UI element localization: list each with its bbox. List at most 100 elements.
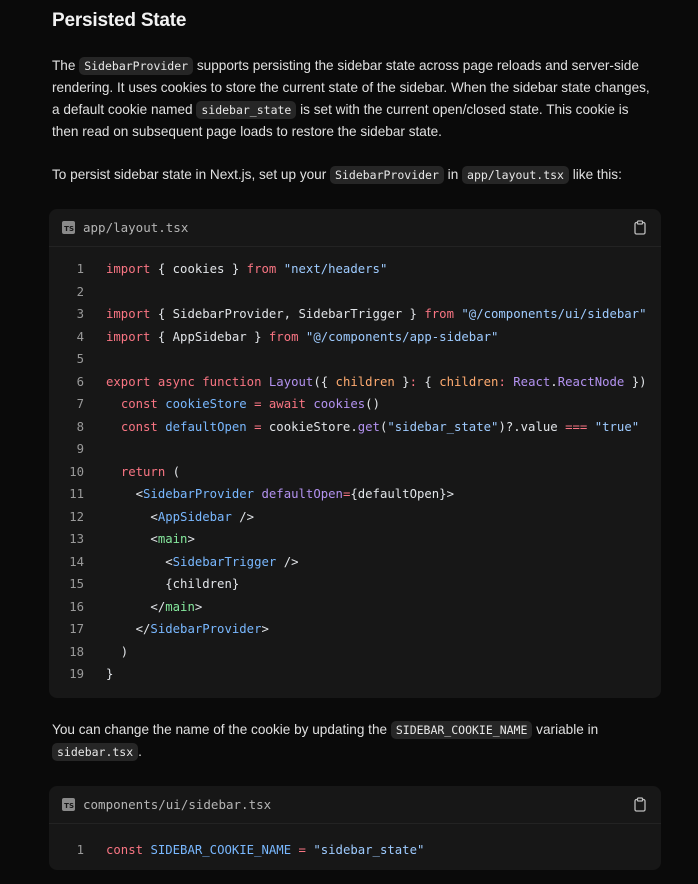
- clipboard-copy-icon[interactable]: [633, 797, 647, 812]
- code-line: 3 import { SidebarProvider, SidebarTrigge…: [49, 303, 661, 326]
- code-token: </: [106, 599, 166, 614]
- line-number: 8: [76, 419, 84, 434]
- text: The: [52, 58, 80, 73]
- paragraph-nextjs-setup: To persist sidebar state in Next.js, set…: [52, 164, 652, 186]
- line-number: 9: [76, 442, 84, 456]
- line-number: 12: [69, 509, 84, 524]
- code-token: <: [106, 532, 158, 546]
- code-token: .: [550, 374, 558, 389]
- text: like this:: [568, 167, 622, 182]
- line-number: 14: [69, 554, 84, 569]
- line-number: 6: [76, 374, 84, 389]
- code-token: import: [106, 262, 151, 276]
- code-token: main: [157, 532, 188, 546]
- code-token: >: [261, 622, 269, 636]
- line-number: 13: [69, 532, 84, 546]
- code-line: 1 const SIDEBAR_COOKIE_NAME = "sidebar_st…: [49, 839, 661, 862]
- clipboard-copy-icon[interactable]: [633, 220, 647, 235]
- code-token: ): [106, 644, 129, 659]
- code-token: )?.value: [498, 419, 566, 434]
- code-line: 9: [49, 438, 661, 461]
- line-number: 2: [76, 284, 84, 299]
- line-number: 4: [76, 329, 84, 344]
- line-number: 1: [76, 843, 84, 857]
- code-token: }: [394, 374, 410, 389]
- code-token: from: [246, 262, 277, 276]
- inline-code: app/layout.tsx: [462, 166, 569, 184]
- code-token: SIDEBAR_COOKIE_NAME: [150, 843, 292, 857]
- code-line: 6 export async function Layout({ children…: [49, 371, 661, 394]
- code-token: const: [120, 397, 158, 411]
- code-token: :: [409, 374, 417, 389]
- line-number: 16: [69, 599, 84, 614]
- text: You can change the name of the cookie by…: [52, 722, 391, 737]
- line-number: 7: [76, 397, 84, 411]
- typescript-file-icon: TS: [62, 798, 75, 811]
- code-token: defaultOpen: [261, 487, 343, 501]
- line-number: 1: [76, 262, 84, 276]
- code-token: }: [106, 667, 114, 681]
- line-number: 15: [69, 577, 84, 591]
- code-token: Layout: [268, 374, 314, 389]
- code-token: await: [268, 397, 306, 411]
- text: variable in: [532, 722, 599, 737]
- code-token: =: [298, 843, 306, 857]
- code-line: 1 import { cookies } from "next/headers": [49, 258, 661, 281]
- code-line: 5: [49, 348, 661, 371]
- code-token: <: [106, 487, 144, 501]
- code-block-header: TS components/ui/sidebar.tsx: [49, 786, 661, 824]
- code-line: 4 import { AppSidebar } from "@/component…: [49, 326, 661, 349]
- code-token: "@/components/app-sidebar": [305, 329, 499, 344]
- code-token: React: [513, 374, 551, 389]
- code-token: SidebarTrigger: [172, 554, 277, 569]
- code-token: ReactNode: [557, 374, 625, 389]
- code-token: const: [120, 419, 158, 434]
- paragraph-cookie-name: You can change the name of the cookie by…: [52, 719, 652, 763]
- text: in: [443, 167, 463, 182]
- code-token: {: [417, 374, 440, 389]
- inline-code: SIDEBAR_COOKIE_NAME: [390, 721, 533, 739]
- code-token: <: [106, 554, 173, 569]
- code-block-header: TS app/layout.tsx: [49, 209, 661, 247]
- code-token: import: [106, 329, 151, 344]
- code-token: AppSidebar: [157, 509, 232, 524]
- code-token: >: [194, 599, 203, 614]
- section-heading: Persisted State: [52, 10, 187, 31]
- line-number: 19: [69, 667, 84, 681]
- code-token: />: [231, 509, 255, 524]
- code-token: {defaultOpen}>: [350, 487, 454, 501]
- code-line: 10 return (: [49, 461, 661, 484]
- text: .: [138, 744, 142, 759]
- code-token: "next/headers": [283, 262, 388, 276]
- code-token: "sidebar_state": [313, 843, 425, 857]
- inline-code: SidebarProvider: [330, 166, 444, 184]
- inline-code: sidebar_state: [196, 101, 297, 119]
- typescript-file-icon: TS: [62, 221, 75, 234]
- code-token: =: [254, 419, 262, 434]
- line-number: 17: [69, 622, 84, 636]
- code-line: 18 ): [49, 641, 661, 664]
- code-token: { cookies }: [150, 262, 247, 276]
- text: To persist sidebar state in Next.js, set…: [52, 167, 331, 182]
- code-line: 2: [49, 281, 661, 304]
- code-lines[interactable]: 1 const SIDEBAR_COOKIE_NAME = "sidebar_st…: [49, 824, 661, 862]
- code-token: cookieStore.: [261, 419, 358, 434]
- code-lines[interactable]: 1 import { cookies } from "next/headers" 2…: [49, 247, 661, 686]
- inline-code: SidebarProvider: [79, 57, 194, 75]
- code-token: defaultOpen: [165, 419, 247, 434]
- code-token: >: [187, 532, 195, 546]
- code-token: />: [276, 554, 299, 569]
- code-line: 8 const defaultOpen = cookieStore.get("s…: [49, 416, 661, 439]
- code-token: children: [439, 374, 499, 389]
- code-line: 14 <SidebarTrigger />: [49, 551, 661, 574]
- code-token: SidebarProvider: [150, 622, 262, 636]
